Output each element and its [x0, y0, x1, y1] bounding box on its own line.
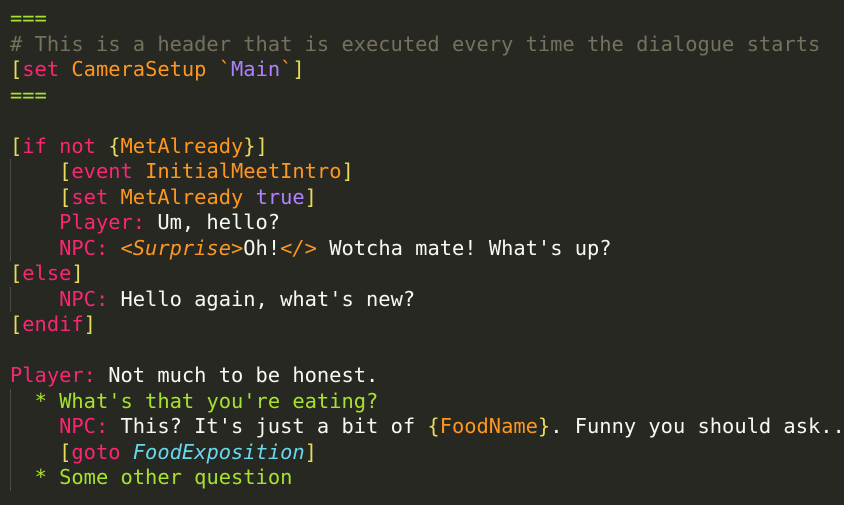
token-sep: === — [10, 82, 47, 107]
token-quote: ` — [280, 57, 293, 81]
token-keyword: not — [59, 133, 96, 158]
token-speaker: Player: — [10, 363, 96, 387]
token-bracket: ] — [83, 312, 96, 336]
token-bracket: [ — [59, 159, 72, 183]
code-line[interactable]: NPC: Hello again, what's new? — [0, 286, 844, 313]
token-bracket: ] — [341, 159, 354, 183]
token-ident: InitialMeetIntro — [145, 159, 342, 183]
code-line[interactable]: === — [0, 83, 844, 109]
token-value: true — [255, 184, 305, 209]
token-bracket: ] — [304, 184, 317, 209]
token-value: Main — [231, 57, 281, 81]
token-brace: } — [537, 414, 551, 438]
token-ident: MetAlready — [120, 133, 244, 158]
code-line[interactable]: NPC: This? It's just a bit of {FoodName}… — [0, 414, 844, 440]
token-bracket: [ — [10, 133, 23, 158]
token-bracket: [ — [10, 57, 23, 81]
token-speaker: NPC: — [59, 235, 109, 260]
token-keyword: goto — [71, 439, 121, 464]
code-line[interactable]: [if not {MetAlready}] — [0, 134, 844, 160]
token-choice: Some other question — [59, 465, 293, 489]
token-bracket: [ — [59, 439, 72, 464]
code-content-area[interactable]: === # This is a header that is executed e… — [0, 6, 844, 491]
token-bullet: * — [34, 388, 47, 413]
code-line[interactable] — [0, 108, 844, 134]
token-speaker: Player: — [59, 210, 146, 234]
token-text: Um, hello? — [145, 210, 281, 234]
code-line[interactable]: [goto FoodExposition] — [0, 439, 844, 466]
token-ident: CameraSetup — [71, 57, 207, 81]
token-brace: } — [243, 133, 256, 158]
token-comment: # This is a header that is executed ever… — [10, 31, 821, 56]
code-line[interactable]: [endif] — [0, 312, 844, 338]
code-line[interactable]: Player: Not much to be honest. — [0, 363, 844, 389]
token-tag: <Surprise> — [120, 235, 244, 260]
token-bracket: ] — [304, 439, 317, 464]
token-text: Oh! — [243, 235, 281, 260]
token-sep: === — [10, 6, 47, 30]
token-keyword: if — [22, 133, 47, 158]
token-quote: ` — [218, 57, 232, 81]
token-bracket: ] — [292, 57, 305, 81]
code-line[interactable] — [0, 338, 844, 364]
code-line[interactable]: === — [0, 6, 844, 32]
token-tag: </> — [280, 235, 317, 260]
token-keyword: endif — [22, 312, 84, 336]
token-choice: What's that you're eating? — [59, 388, 379, 413]
token-bracket: ] — [71, 261, 84, 285]
code-line[interactable]: NPC: <Surprise>Oh!</> Wotcha mate! What'… — [0, 235, 844, 262]
token-bullet: * — [34, 465, 47, 489]
token-bracket: [ — [10, 312, 23, 336]
code-line[interactable]: * Some other question — [0, 465, 844, 491]
token-text: Hello again, what's new? — [108, 286, 416, 311]
token-speaker: NPC: — [59, 286, 109, 311]
token-brace: { — [427, 414, 440, 438]
token-bracket: [ — [10, 261, 23, 285]
code-line[interactable]: * What's that you're eating? — [0, 388, 844, 415]
token-speaker: NPC: — [59, 414, 109, 438]
token-keyword: event — [71, 159, 133, 183]
token-keyword: else — [22, 261, 72, 285]
token-bracket: [ — [59, 184, 72, 209]
code-line[interactable]: # This is a header that is executed ever… — [0, 32, 844, 58]
token-bracket: ] — [255, 133, 268, 158]
code-line[interactable]: [else] — [0, 261, 844, 287]
code-editor[interactable]: === # This is a header that is executed e… — [0, 0, 844, 505]
code-line[interactable]: [set CameraSetup `Main`] — [0, 57, 844, 83]
code-line[interactable]: [set MetAlready true] — [0, 184, 844, 211]
token-brace: { — [108, 133, 121, 158]
token-ident: MetAlready — [120, 184, 244, 209]
token-text: This? It's just a bit of — [108, 414, 428, 438]
token-text: Not much to be honest. — [95, 363, 379, 387]
token-ident: FoodName — [439, 414, 538, 438]
token-text: Wotcha mate! What's up? — [316, 235, 612, 260]
token-target: FoodExposition — [132, 439, 305, 464]
code-line[interactable]: [event InitialMeetIntro] — [0, 159, 844, 185]
token-keyword: set — [71, 184, 109, 209]
code-line[interactable]: Player: Um, hello? — [0, 210, 844, 236]
token-text: . Funny you should ask... — [550, 414, 844, 438]
token-keyword: set — [22, 57, 60, 81]
